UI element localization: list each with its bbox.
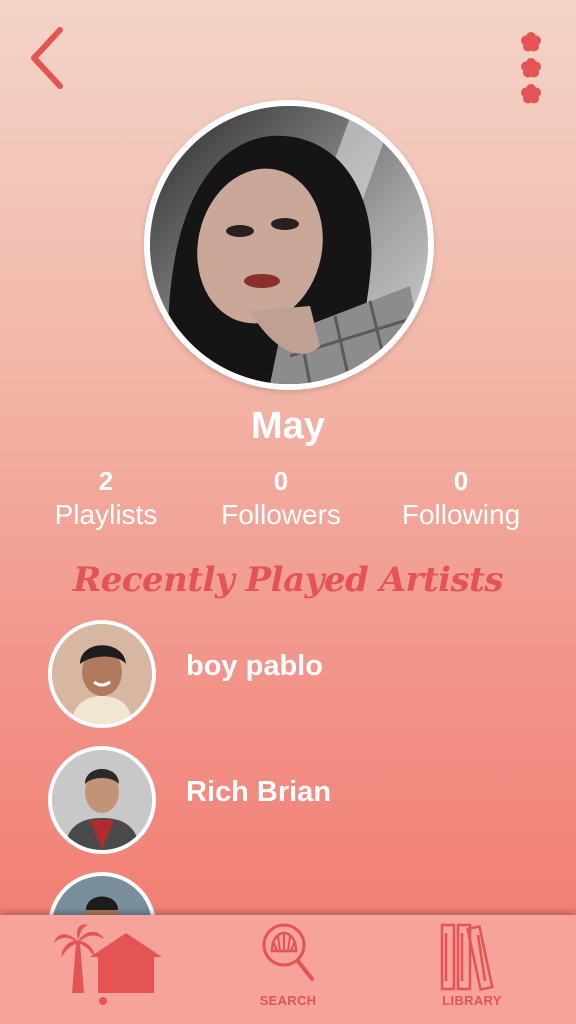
stat-value: 2: [98, 466, 114, 496]
tab-search-label: SEARCH: [259, 993, 317, 1008]
stat-label: Followers: [221, 499, 341, 530]
stat-followers[interactable]: 0 Followers: [191, 466, 371, 534]
stat-value: 0: [453, 466, 469, 496]
stat-label: Playlists: [54, 499, 158, 530]
artist-photo: [52, 624, 152, 724]
tab-search[interactable]: SEARCH: [238, 915, 338, 1024]
palm-house-icon: [54, 924, 162, 993]
artist-name: boy pablo: [186, 650, 323, 682]
more-options-icon[interactable]: [512, 30, 550, 106]
shell-search-icon: [262, 923, 314, 981]
stat-value: 0: [273, 466, 289, 496]
tab-library-label: LIBRARY: [442, 993, 502, 1008]
profile-photo: [150, 106, 428, 384]
tab-library[interactable]: LIBRARY: [422, 915, 522, 1024]
back-icon[interactable]: [26, 26, 72, 90]
active-tab-indicator: [99, 997, 107, 1005]
stat-playlists[interactable]: 2 Playlists: [16, 466, 196, 534]
bottom-tab-bar: SEARCH LIBRARY: [0, 915, 576, 1024]
profile-name: May: [251, 405, 325, 447]
profile-avatar[interactable]: [144, 100, 434, 390]
stat-label: Following: [401, 499, 521, 530]
library-books-icon: [440, 923, 494, 992]
artist-photo: [52, 750, 152, 850]
stat-following[interactable]: 0 Following: [371, 466, 551, 534]
artist-name: Rich Brian: [186, 776, 332, 808]
artist-item[interactable]: boy pablo: [48, 620, 548, 728]
tab-home[interactable]: [48, 915, 168, 1024]
artist-avatar: [48, 620, 156, 728]
artist-avatar: [48, 746, 156, 854]
artist-item[interactable]: Rich Brian: [48, 746, 548, 854]
section-title-recent-artists: Recently Played Artists: [72, 560, 504, 600]
